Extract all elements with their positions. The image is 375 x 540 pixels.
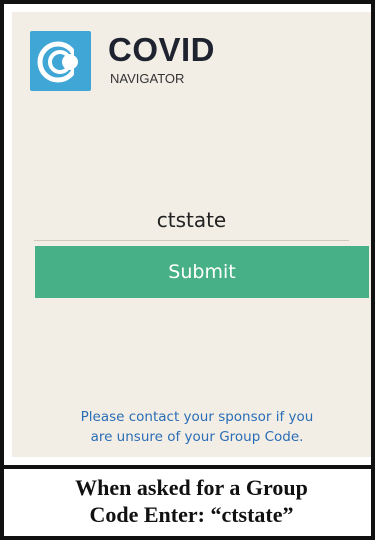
contact-sponsor-note: Please contact your sponsor if you are u…: [32, 407, 362, 447]
brand-title: COVID: [108, 31, 216, 68]
submit-button[interactable]: Submit: [35, 246, 369, 298]
covid-navigator-logo-icon: [30, 31, 91, 91]
instruction-caption: When asked for a Group Code Enter: “ctst…: [14, 474, 369, 528]
caption-divider: [4, 465, 375, 469]
app-screen: COVID NAVIGATOR Submit Please contact yo…: [12, 12, 371, 457]
group-code-input[interactable]: [34, 200, 349, 241]
figure-frame: COVID NAVIGATOR Submit Please contact yo…: [0, 0, 375, 540]
contact-note-line-2: are unsure of your Group Code.: [90, 429, 304, 445]
caption-line-2: Code Enter: “ctstate”: [89, 502, 294, 527]
contact-note-line-1: Please contact your sponsor if you: [80, 409, 314, 425]
brand-subtitle: NAVIGATOR: [110, 71, 185, 86]
caption-line-1: When asked for a Group: [75, 475, 308, 500]
